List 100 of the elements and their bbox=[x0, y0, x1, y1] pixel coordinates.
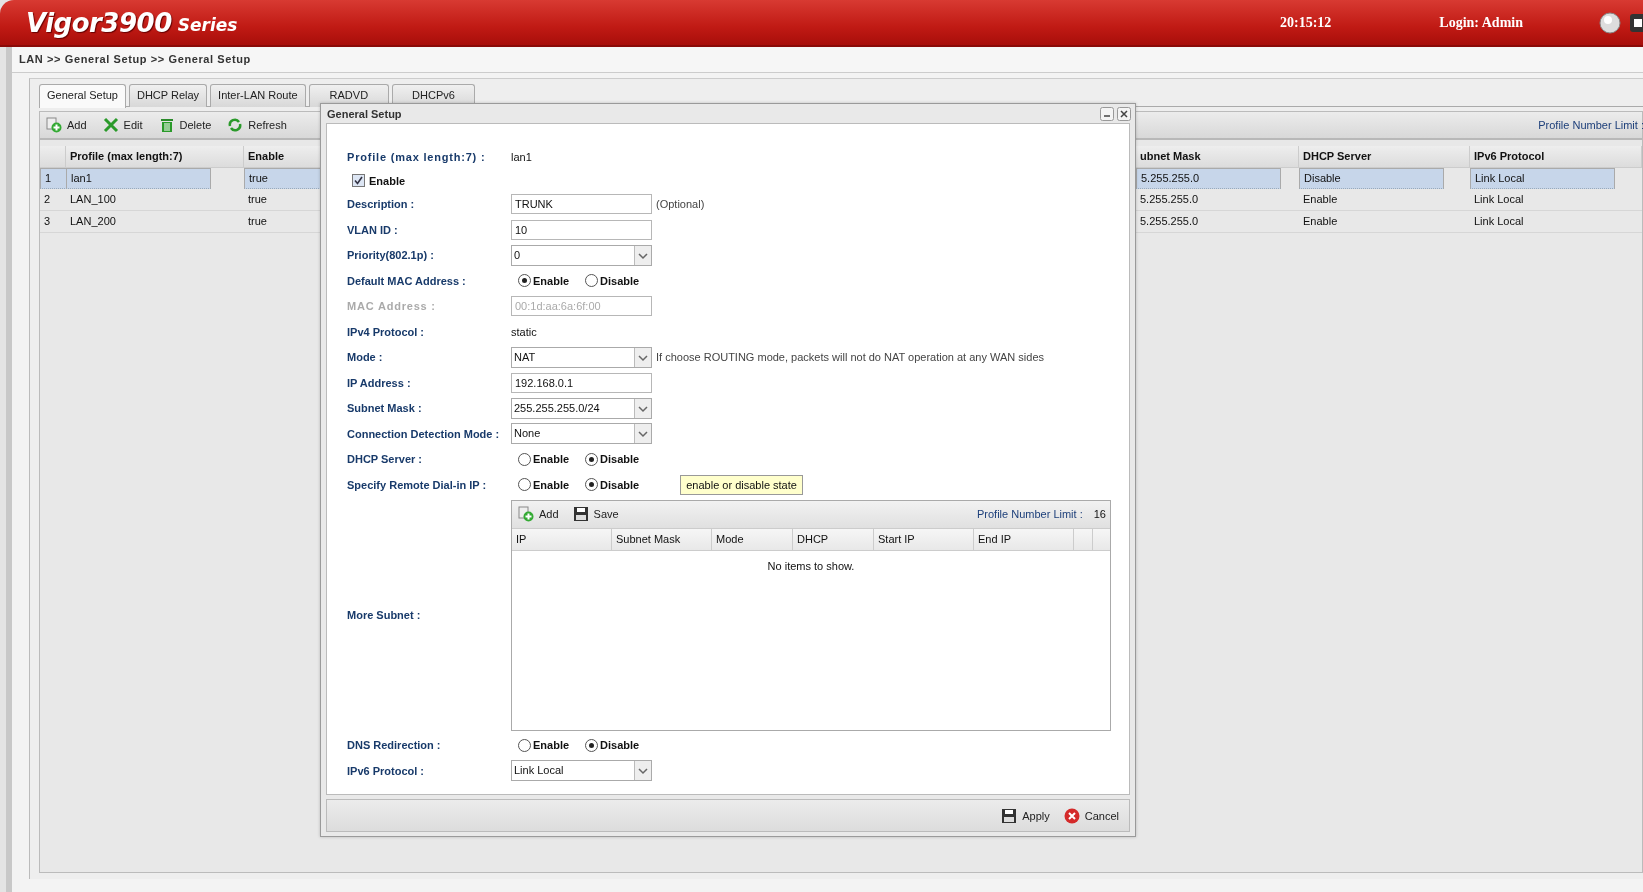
radio-label: Enable bbox=[533, 274, 570, 287]
column-header[interactable]: DHCP Server bbox=[1299, 146, 1470, 168]
field-value: lan1 bbox=[511, 150, 532, 163]
table-cell: 5.255.255.0 bbox=[1136, 168, 1281, 189]
field-label: IPv6 Protocol : bbox=[347, 764, 426, 777]
tooltip: enable or disable state bbox=[680, 474, 803, 495]
table-cell: Enable bbox=[1299, 211, 1470, 233]
field-label: IP Address : bbox=[347, 376, 412, 389]
column-header[interactable]: ubnet Mask bbox=[1136, 146, 1299, 168]
column-header[interactable]: Start IP bbox=[874, 528, 974, 550]
field-label: Description : bbox=[347, 198, 416, 211]
logo-text: Vigor3900 bbox=[26, 7, 172, 38]
radio-label: Enable bbox=[533, 739, 570, 752]
circle-icon[interactable] bbox=[1599, 11, 1621, 34]
toolbar-button[interactable]: Edit bbox=[100, 115, 145, 135]
radio-label: Disable bbox=[600, 478, 640, 491]
dropdown-field[interactable]: Link Local bbox=[511, 760, 652, 782]
tab[interactable]: DHCP Relay bbox=[128, 84, 208, 107]
input-field[interactable]: 192.168.0.1 bbox=[511, 372, 652, 393]
field-label: Priority(802.1p) : bbox=[347, 249, 435, 262]
floppy-icon bbox=[1001, 807, 1018, 824]
field-label: Profile (max length:7) : bbox=[347, 150, 487, 163]
radio-button[interactable] bbox=[518, 452, 531, 466]
toolbar-button[interactable]: Add bbox=[516, 504, 561, 524]
radio-button[interactable] bbox=[518, 738, 531, 752]
radio-label: Enable bbox=[533, 478, 570, 491]
field-label: MAC Address : bbox=[347, 300, 437, 313]
input-field[interactable]: 10 bbox=[511, 219, 652, 240]
field-label: DNS Redirection : bbox=[347, 739, 442, 752]
field-hint: If choose ROUTING mode, packets will not do NAT operation at any WAN sides bbox=[656, 351, 1044, 364]
minimize-icon[interactable] bbox=[1100, 106, 1114, 121]
add-icon bbox=[518, 506, 534, 522]
input-field[interactable]: TRUNK bbox=[511, 194, 652, 215]
field-label: More Subnet : bbox=[347, 609, 422, 621]
logo-suffix: Series bbox=[177, 14, 238, 35]
empty-message: No items to show. bbox=[767, 559, 855, 572]
tab[interactable]: Inter-LAN Route bbox=[210, 84, 306, 107]
toolbar-button[interactable]: Delete bbox=[156, 115, 214, 135]
column-header[interactable]: IP bbox=[512, 528, 612, 550]
table-cell: LAN_100 bbox=[66, 189, 244, 211]
column-header[interactable]: Mode bbox=[712, 528, 793, 550]
cancel-icon bbox=[1063, 807, 1080, 824]
trash-icon bbox=[158, 117, 175, 133]
caret-icon bbox=[634, 761, 651, 781]
caret-icon bbox=[634, 398, 651, 418]
caret-icon bbox=[634, 424, 651, 444]
caret-icon bbox=[634, 347, 651, 367]
table-cell: Enable bbox=[1299, 189, 1470, 211]
caret-icon bbox=[634, 245, 651, 265]
tab[interactable]: General Setup bbox=[39, 84, 126, 108]
table-cell: Disable bbox=[1299, 168, 1444, 189]
profile-limit-value: 16 bbox=[1093, 508, 1106, 520]
toolbar-button[interactable]: Save bbox=[570, 504, 621, 524]
radio-button[interactable] bbox=[585, 738, 599, 752]
radio-label: Enable bbox=[533, 453, 570, 466]
table-cell: Link Local bbox=[1470, 211, 1642, 233]
radio-button[interactable] bbox=[518, 478, 531, 492]
table-cell: Link Local bbox=[1470, 189, 1642, 211]
field-label: Default MAC Address : bbox=[347, 274, 467, 287]
dropdown-field[interactable]: NAT bbox=[511, 346, 652, 368]
add-icon bbox=[46, 117, 62, 133]
dropdown-field[interactable]: 255.255.255.0/24 bbox=[511, 397, 652, 419]
toolbar-button[interactable]: Refresh bbox=[225, 115, 289, 135]
column-header[interactable]: Subnet Mask bbox=[612, 528, 712, 550]
profile-limit-label: Profile Number Limit : bbox=[977, 508, 1083, 520]
radio-label: Disable bbox=[600, 453, 640, 466]
close-icon[interactable] bbox=[1117, 106, 1131, 121]
radio-button[interactable] bbox=[585, 274, 599, 288]
radio-button[interactable] bbox=[585, 452, 599, 466]
radio-label: Disable bbox=[600, 739, 640, 752]
radio-label: Disable bbox=[600, 274, 640, 287]
field-label: Connection Detection Mode : bbox=[347, 427, 501, 440]
floppy-icon bbox=[572, 506, 589, 522]
radio-button[interactable] bbox=[518, 274, 531, 288]
table-cell: lan1 bbox=[66, 168, 211, 189]
field-label: DHCP Server : bbox=[347, 453, 423, 466]
clock-time: 20:15:12 bbox=[1280, 14, 1332, 31]
dropdown-field[interactable]: None bbox=[511, 423, 652, 445]
field-hint: (Optional) bbox=[656, 198, 705, 211]
toolbar-button[interactable]: Add bbox=[44, 115, 89, 135]
column-header[interactable]: End IP bbox=[974, 528, 1074, 550]
dropdown-field[interactable]: 0 bbox=[511, 244, 652, 266]
row-number: 3 bbox=[40, 211, 66, 233]
row-number: 2 bbox=[40, 189, 66, 211]
field-value: static bbox=[511, 325, 537, 338]
column-header[interactable]: Profile (max length:7) bbox=[66, 146, 244, 168]
login-label: Login: Admin bbox=[1439, 14, 1523, 31]
field-label: Subnet Mask : bbox=[347, 402, 423, 415]
dialog-title: General Setup bbox=[327, 107, 402, 120]
dialog-button[interactable]: Apply bbox=[999, 805, 1052, 826]
field-label: IPv4 Protocol : bbox=[347, 325, 426, 338]
field-label: VLAN ID : bbox=[347, 223, 399, 236]
column-header[interactable]: IPv6 Protocol bbox=[1470, 146, 1642, 168]
dialog-button[interactable]: Cancel bbox=[1061, 805, 1121, 826]
profile-limit-label: Profile Number Limit : bbox=[1538, 119, 1643, 131]
table-cell: LAN_200 bbox=[66, 211, 244, 233]
radio-button[interactable] bbox=[585, 478, 599, 492]
checkbox[interactable] bbox=[352, 174, 365, 187]
field-label: Specify Remote Dial-in IP : bbox=[347, 478, 488, 491]
column-header[interactable]: DHCP bbox=[793, 528, 874, 550]
